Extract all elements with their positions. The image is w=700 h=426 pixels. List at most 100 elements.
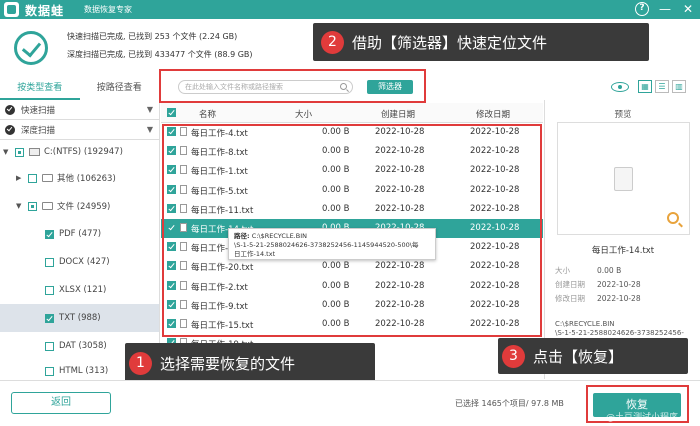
col-created[interactable]: 创建日期 (381, 108, 415, 120)
close-icon[interactable]: ✕ (681, 2, 695, 16)
tree-label: 文件 (24959) (57, 202, 111, 212)
back-button[interactable]: 返回 (11, 392, 111, 414)
preview-path-line2: \S-1-5-21-2588024626-3738252456- (555, 329, 684, 337)
callout-number: 3 (502, 344, 525, 368)
tree-checkbox[interactable] (28, 201, 37, 211)
scan-item-deep[interactable]: 深度扫描 ▼ (0, 120, 159, 140)
scan-item-quick[interactable]: 快速扫描 ▼ (0, 100, 159, 120)
tree-label: TXT (988) (59, 313, 101, 323)
tooltip-label: 路径: (234, 232, 250, 240)
tree-item-other[interactable]: ▶ 其他 (106263) (0, 164, 159, 192)
callout-number: 1 (129, 351, 152, 375)
tree-item-pdf[interactable]: PDF (477) (0, 220, 159, 248)
tooltip-path: C:\$RECYCLE.BIN (251, 232, 307, 240)
callout-text: 点击【恢复】 (533, 347, 624, 366)
preview-modified: 修改日期 2022-10-28 (555, 293, 641, 304)
app-brand: 数据蛙 (25, 4, 65, 18)
path-tooltip: 路径: C:\$RECYCLE.BIN \S-1-5-21-2588024626… (228, 228, 436, 260)
drive-icon (29, 148, 40, 156)
chevron-down-icon: ▼ (146, 125, 153, 134)
preview-path-line1: C:\$RECYCLE.BIN (555, 320, 615, 328)
expand-arrow-icon[interactable]: ▼ (3, 148, 12, 156)
created-value: 2022-10-28 (597, 280, 641, 289)
col-size[interactable]: 大小 (295, 108, 312, 120)
tree-checkbox[interactable] (45, 229, 54, 239)
file-table-header: 名称 大小 创建日期 修改日期 (161, 103, 543, 123)
folder-icon (42, 202, 53, 210)
expand-arrow-icon[interactable]: ▶ (16, 174, 25, 182)
window-controls: ? — ✕ (635, 2, 695, 16)
tree-label: HTML (313) (59, 366, 109, 376)
tree-item-files[interactable]: ▼ 文件 (24959) (0, 192, 159, 220)
document-icon (614, 167, 633, 191)
tab-by-type[interactable]: 按类型查看 (0, 76, 80, 100)
modified-label: 修改日期 (555, 294, 585, 303)
callout-recover: 3 点击【恢复】 (498, 338, 688, 374)
scan-item-label: 深度扫描 (21, 125, 56, 136)
check-dot-icon (5, 104, 15, 115)
view-mode-switch: ▦ ☰ ▥ (611, 80, 686, 93)
list-view-icon[interactable]: ☰ (655, 80, 669, 93)
tree-checkbox[interactable] (45, 313, 54, 323)
left-panel: 按类型查看 按路径查看 快速扫描 ▼ 深度扫描 ▼ ▼ C:(NTFS) (19… (0, 76, 160, 379)
highlight-box-filter (159, 69, 426, 103)
expand-arrow-icon[interactable]: ▼ (16, 202, 25, 210)
tree-checkbox[interactable] (45, 341, 54, 351)
selection-info: 已选择 1465个项目/ 97.8 MB (455, 399, 564, 408)
scan-item-label: 快速扫描 (21, 105, 56, 116)
app-logo-icon (4, 2, 19, 17)
callout-number: 2 (321, 30, 344, 54)
help-icon[interactable]: ? (635, 2, 649, 16)
preview-created: 创建日期 2022-10-28 (555, 279, 641, 290)
col-name[interactable]: 名称 (199, 108, 216, 120)
quick-scan-status: 快速扫描已完成, 已找到 253 个文件 (2.24 GB) (67, 32, 238, 41)
callout-text: 借助【筛选器】快速定位文件 (352, 33, 548, 52)
tree-label: DOCX (427) (59, 257, 110, 267)
view-tabs: 按类型查看 按路径查看 (0, 76, 159, 100)
tree-item-drive[interactable]: ▼ C:(NTFS) (192947) (0, 140, 159, 164)
callout-select-files: 1 选择需要恢复的文件 (125, 343, 375, 383)
created-label: 创建日期 (555, 280, 585, 289)
zoom-icon[interactable] (667, 212, 679, 224)
size-label: 大小 (555, 266, 570, 275)
tree-item-txt[interactable]: TXT (988) (0, 304, 159, 332)
callout-text: 选择需要恢复的文件 (160, 354, 296, 373)
detail-view-icon[interactable]: ▥ (672, 80, 686, 93)
tooltip-path-line2: \S-1-5-21-2588024626-3738252456-11459445… (234, 241, 419, 249)
tree-checkbox[interactable] (45, 366, 54, 376)
title-bar: 数据蛙 数据恢复专家 ? — ✕ (0, 0, 700, 19)
select-all-checkbox[interactable] (167, 108, 176, 117)
tree-checkbox[interactable] (45, 257, 54, 267)
tree-label: XLSX (121) (59, 285, 107, 295)
scan-complete-icon (14, 31, 48, 65)
preview-box (557, 122, 690, 235)
preview-size: 大小 0.00 B (555, 265, 621, 276)
app-subtitle: 数据恢复专家 (84, 5, 132, 14)
preview-title: 预览 (614, 110, 632, 120)
tree-checkbox[interactable] (15, 147, 24, 157)
tab-by-path[interactable]: 按路径查看 (80, 76, 160, 100)
tooltip-path-line3: 日工作-14.txt (234, 250, 276, 258)
tree-label: 其他 (106263) (57, 174, 116, 184)
tree-label: DAT (3058) (59, 341, 107, 351)
callout-filter: 2 借助【筛选器】快速定位文件 (313, 23, 649, 61)
tree-label: C:(NTFS) (192947) (44, 147, 123, 157)
eye-icon[interactable] (611, 81, 629, 92)
deep-scan-status: 深度扫描已完成, 已找到 433477 个文件 (88.9 GB) (67, 50, 253, 59)
check-dot-icon (5, 124, 15, 135)
tree-checkbox[interactable] (28, 173, 37, 183)
tree-checkbox[interactable] (45, 285, 54, 295)
chevron-down-icon: ▼ (146, 105, 153, 114)
minimize-icon[interactable]: — (658, 2, 672, 16)
preview-filename: 每日工作-14.txt (591, 246, 655, 256)
tree-item-docx[interactable]: DOCX (427) (0, 248, 159, 276)
tree-item-xlsx[interactable]: XLSX (121) (0, 276, 159, 304)
watermark: @土豆测试小程序 (606, 413, 679, 423)
size-value: 0.00 B (597, 266, 622, 275)
preview-path: C:\$RECYCLE.BIN \S-1-5-21-2588024626-373… (555, 320, 695, 338)
folder-icon (42, 174, 53, 182)
tree-label: PDF (477) (59, 229, 102, 239)
modified-value: 2022-10-28 (597, 294, 641, 303)
grid-view-icon[interactable]: ▦ (638, 80, 652, 93)
col-modified[interactable]: 修改日期 (476, 108, 510, 120)
